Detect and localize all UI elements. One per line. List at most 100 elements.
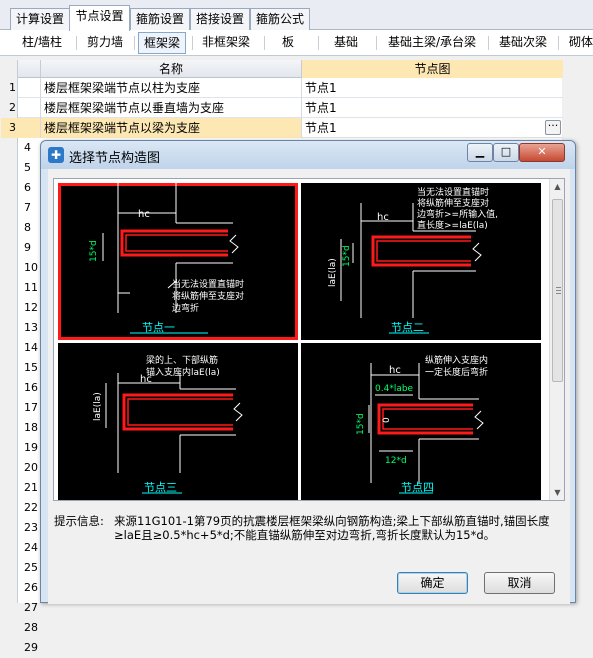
row-node-cell[interactable]: 节点1 (301, 78, 563, 98)
node-option-1[interactable]: hc 15*d 当无法设置直锚时 将纵筋伸至支座对 边弯折 节点一 (58, 183, 298, 340)
column-header-node[interactable]: 节点图 (301, 60, 563, 78)
node-1-diagram: hc 15*d 当无法设置直锚时 将纵筋伸至支座对 边弯折 节点一 (89, 183, 244, 334)
minimize-button[interactable]: ▁ (467, 143, 493, 162)
node-4-text: 0 (382, 417, 392, 423)
tab-foundation-main-beam[interactable]: 基础主梁/承台梁 (384, 32, 480, 54)
node-3-label: 节点三 (144, 481, 177, 494)
row-number: 11 (24, 281, 38, 294)
tab-shear-wall[interactable]: 剪力墙 (80, 32, 130, 54)
row-number: 10 (24, 261, 38, 274)
row-number: 18 (24, 421, 38, 434)
row-number: 14 (24, 341, 38, 354)
column-header-name[interactable]: 名称 (40, 60, 301, 78)
row-number: 27 (24, 601, 38, 614)
node-2-text: 将纵筋伸至支座对 (417, 197, 489, 209)
node-1-text: 15*d (89, 240, 99, 262)
row-number: 26 (24, 581, 38, 594)
tab-non-frame-beam[interactable]: 非框架梁 (196, 32, 256, 54)
hint-label: 提示信息: (54, 514, 104, 528)
node-4-text: hc (389, 365, 401, 376)
dialog-title-bar[interactable]: ✚ 选择节点构造图 ▁ □ ✕ (41, 141, 575, 169)
row-number: 8 (24, 221, 31, 234)
hint-text: 来源11G101-1第79页的抗震楼层框架梁纵向钢筋构造;梁上下部纵筋直锚时,锚… (114, 514, 550, 542)
table-row-selected[interactable]: 3 楼层框架梁端节点以梁为支座 节点1 ··· (1, 118, 563, 138)
row-number: 22 (24, 501, 38, 514)
node-2-text: laE(la) (328, 258, 338, 287)
node-1-text: 边弯折 (172, 302, 199, 314)
row-number: 13 (24, 321, 38, 334)
node-4-diagram: hc 纵筋伸入支座内 一定长度后弯折 0.4*labe 15*d 0 12*d … (356, 354, 488, 494)
row-number: 12 (24, 301, 38, 314)
node-picker-button[interactable]: ··· (545, 120, 561, 135)
scroll-down-icon[interactable]: ▼ (550, 485, 565, 500)
row-number: 16 (24, 381, 38, 394)
tab-slab[interactable]: 板 (276, 32, 300, 54)
node-option-2[interactable]: 当无法设置直锚时 将纵筋伸至支座对 边弯折>=所输入值, 直长度>=laE(la… (301, 183, 541, 340)
node-4-text: 12*d (385, 456, 407, 466)
node-1-label: 节点一 (142, 321, 175, 334)
node-2-text: 边弯折>=所输入值, (417, 208, 498, 220)
tab-column[interactable]: 柱/墙柱 (12, 32, 72, 54)
row-number: 1 (9, 81, 16, 94)
node-3-text: 锚入支座内laE(la) (146, 366, 220, 378)
app-icon: ✚ (48, 147, 64, 163)
row-node-cell[interactable]: 节点1 (301, 98, 563, 118)
node-3-text: 梁的上、下部纵筋 (146, 354, 218, 366)
row-number: 6 (24, 181, 31, 194)
tab-foundation[interactable]: 基础 (330, 32, 362, 54)
node-4-text: 纵筋伸入支座内 (425, 354, 488, 366)
node-4-text: 一定长度后弯折 (425, 366, 488, 378)
node-2-text: 直长度>=laE(la) (417, 219, 488, 231)
row-number: 19 (24, 441, 38, 454)
row-number: 3 (1, 118, 40, 138)
dialog-body: hc 15*d 当无法设置直锚时 将纵筋伸至支座对 边弯折 节点一 当无法设置直… (48, 169, 570, 604)
row-name-cell[interactable]: 楼层框架梁端节点以梁为支座 (40, 118, 301, 138)
maximize-button[interactable]: □ (493, 143, 519, 162)
node-3-diagram: 梁的上、下部纵筋 锚入支座内laE(la) hc laE(la) 节点三 (93, 354, 243, 494)
row-node-cell[interactable]: 节点1 ··· (301, 118, 563, 138)
row-number: 15 (24, 361, 38, 374)
row-name-cell[interactable]: 楼层框架梁端节点以垂直墙为支座 (40, 98, 301, 118)
tab-stirrup-settings[interactable]: 箍筋设置 (130, 8, 190, 30)
row-number: 5 (24, 161, 31, 174)
tab-frame-beam[interactable]: 框架梁 (138, 32, 186, 54)
tab-calc-settings[interactable]: 计算设置 (10, 8, 70, 30)
row-number: 21 (24, 481, 38, 494)
row-number: 17 (24, 401, 38, 414)
node-4-text: 0.4*labe (375, 384, 414, 394)
node-option-4[interactable]: hc 纵筋伸入支座内 一定长度后弯折 0.4*labe 15*d 0 12*d … (301, 343, 541, 500)
node-3-text: hc (140, 374, 152, 385)
table-row[interactable]: 1 楼层框架梁端节点以柱为支座 节点1 (9, 78, 563, 98)
row-number: 2 (9, 101, 16, 114)
node-option-3[interactable]: 梁的上、下部纵筋 锚入支座内laE(la) hc laE(la) 节点三 (58, 343, 298, 500)
node-1-text: 将纵筋伸至支座对 (172, 290, 244, 302)
scroll-up-icon[interactable]: ▲ (550, 179, 565, 194)
node-2-text: 当无法设置直锚时 (417, 186, 489, 198)
cancel-button[interactable]: 取消 (484, 572, 555, 594)
hint-info: 提示信息: 来源11G101-1第79页的抗震楼层框架梁纵向钢筋构造;梁上下部纵筋… (54, 514, 554, 542)
tab-foundation-secondary-beam[interactable]: 基础次梁 (496, 32, 550, 54)
close-button[interactable]: ✕ (519, 143, 565, 162)
node-1-text: hc (138, 209, 150, 220)
tab-stirrup-formula[interactable]: 箍筋公式 (250, 8, 310, 30)
row-number: 29 (24, 641, 38, 654)
dialog-title: 选择节点构造图 (69, 151, 161, 166)
node-4-label: 节点四 (401, 481, 434, 494)
ok-button[interactable]: 确定 (397, 572, 468, 594)
picture-scrollbar[interactable]: ▲ ▼ (549, 179, 564, 500)
member-tab-bar: 柱/墙柱 剪力墙 框架梁 非框架梁 板 基础 基础主梁/承台梁 基础次梁 砌体 (0, 30, 593, 56)
tab-node-settings[interactable]: 节点设置 (69, 5, 130, 31)
node-1-text: 当无法设置直锚时 (172, 278, 244, 290)
row-number: 20 (24, 461, 38, 474)
table-row[interactable]: 2 楼层框架梁端节点以垂直墙为支座 节点1 (9, 98, 563, 118)
scroll-thumb[interactable] (552, 199, 563, 382)
node-3-text: laE(la) (93, 392, 103, 421)
row-name-cell[interactable]: 楼层框架梁端节点以柱为支座 (40, 78, 301, 98)
row-number: 23 (24, 521, 38, 534)
tab-lap-settings[interactable]: 搭接设置 (190, 8, 250, 30)
node-2-diagram: 当无法设置直锚时 将纵筋伸至支座对 边弯折>=所输入值, 直长度>=laE(la… (328, 186, 498, 334)
tab-masonry[interactable]: 砌体 (566, 32, 593, 54)
row-number: 24 (24, 541, 38, 554)
node-2-text: hc (377, 212, 389, 223)
grid-header: 名称 节点图 (18, 60, 563, 78)
